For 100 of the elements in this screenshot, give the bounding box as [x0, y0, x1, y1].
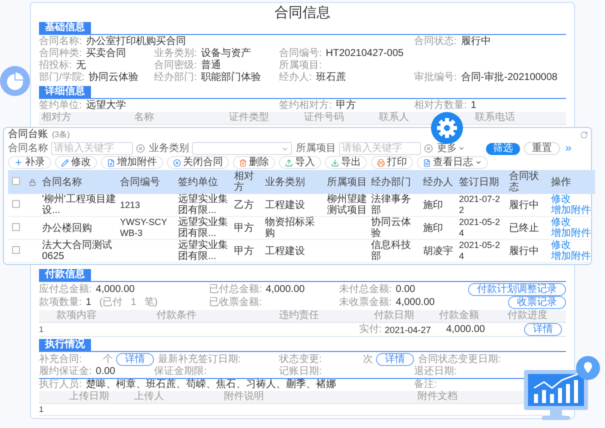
field-label: 退还日期: [414, 366, 457, 378]
row-number: 1 [39, 324, 44, 336]
action-link[interactable]: 增加附件 [551, 205, 591, 216]
toolbar-button[interactable]: 修改 [55, 156, 97, 169]
caret-icon [475, 159, 482, 166]
action-link[interactable]: 增加附件 [551, 228, 591, 239]
close-icon [173, 158, 181, 166]
filter-button[interactable]: 筛选 [486, 142, 520, 154]
field-value: 办公室打印机购买合同 [86, 36, 186, 48]
table-cell: 柳州望建测试项目 [327, 194, 367, 216]
toolbar-button[interactable]: 删除 [233, 156, 275, 169]
field-label: 状态变更: [279, 354, 322, 366]
clear-icon[interactable] [136, 144, 145, 153]
toolbar-button[interactable]: 增加附件 [101, 156, 163, 169]
field-value: 合同-审批-202100008 [460, 72, 558, 84]
column-header: 联系电话 [474, 112, 516, 124]
details-button[interactable]: 详情 [376, 353, 414, 366]
field-value: 4,000.00 [396, 296, 435, 308]
column-header: 付款日期 [373, 310, 415, 322]
record-count: (3条) [52, 129, 70, 141]
table-cell: YWSY-SCYWB-3 [120, 217, 168, 238]
expand-icon[interactable] [564, 144, 573, 153]
details-button[interactable]: 详情 [116, 353, 154, 366]
action-link[interactable]: 修改 [551, 217, 571, 228]
field-label: 合同状态变更日期: [417, 354, 502, 366]
field-value: 1 [470, 100, 476, 112]
toolbar-button[interactable]: 关闭合同 [167, 156, 229, 169]
column-header: 经办部门 [369, 170, 421, 194]
field-label: 经办人: [279, 72, 312, 84]
field-note: 1 [130, 296, 136, 308]
field-label: 已付总金额: [209, 284, 262, 296]
toolbar-button[interactable]: 查看日志 [417, 156, 488, 169]
field-label: 招投标: [39, 60, 72, 72]
column-header: 合同编号 [118, 170, 176, 194]
field-label: 签约单位: [39, 100, 82, 112]
table-cell: 胡凌宇 [423, 246, 453, 256]
more-filters-button[interactable]: 更多 [437, 142, 465, 154]
clear-icon[interactable] [424, 144, 433, 153]
toolbar-button[interactable]: 补录 [8, 156, 51, 169]
table-cell: 远望实业集团有限... [178, 217, 228, 239]
record-button[interactable]: 付款计划调整记录 [468, 283, 566, 296]
field-label: 业务类别: [154, 48, 197, 60]
checkbox[interactable] [12, 246, 20, 254]
field-label: 相对方数量: [414, 100, 467, 112]
field-value: 班石蔗 [316, 72, 346, 84]
column-header: 签订日期 [457, 170, 507, 194]
table-cell: 远望实业集团有限... [178, 194, 228, 216]
field-label: 保证金期限: [154, 366, 207, 378]
field-label: 合同编号: [279, 48, 322, 60]
filter-label: 合同名称 [8, 142, 48, 154]
record-button[interactable]: 收票记录 [508, 296, 566, 309]
table-cell: 法大大合同测试0625 [42, 240, 112, 262]
column-header: 操作 [549, 170, 595, 194]
table-cell: 乙方 [234, 200, 254, 210]
action-link[interactable]: 修改 [551, 240, 571, 251]
column-header: 业务类别 [263, 170, 325, 194]
field-value: 甲方 [336, 100, 356, 112]
field-value: 0.00 [96, 366, 116, 378]
toolbar-button[interactable]: 导出 [325, 156, 367, 169]
table-cell: 远望实业集团有限... [178, 240, 228, 262]
field-label: 合同名称: [39, 36, 82, 48]
toolbar-button[interactable]: 导入 [279, 156, 321, 169]
caret-icon [458, 145, 465, 152]
field-value: 4,000.00 [266, 284, 305, 296]
checkbox[interactable] [12, 200, 20, 208]
field-label: 补充合同: [39, 354, 82, 366]
reset-button[interactable]: 重置 [524, 142, 560, 155]
table-cell: 工程建设 [265, 246, 305, 256]
table-cell-text: 4,000.00 [445, 324, 486, 336]
category-select[interactable] [192, 142, 292, 155]
document-icon [423, 158, 431, 166]
action-link[interactable]: 增加附件 [551, 251, 591, 262]
field-label: 备注: [414, 379, 437, 391]
field-value: HT20210427-005 [326, 48, 404, 60]
checkbox[interactable] [12, 222, 20, 230]
table-cell: 物资招标采购 [265, 217, 315, 239]
field-label: 最新补充签订日期: [157, 354, 242, 366]
column-header: 款项内容 [56, 310, 98, 322]
refresh-icon[interactable] [580, 131, 588, 139]
field-label: 签约相对方: [279, 100, 332, 112]
checkbox[interactable] [12, 176, 20, 184]
table-cell: 信息科技部 [371, 240, 411, 262]
column-header: 附件文档 [416, 391, 458, 403]
printer-icon [377, 158, 385, 166]
table-cell: 2021-04-27 [384, 324, 431, 336]
table-cell: '柳州'工程项目建设... [42, 194, 116, 216]
field-label: 合同状态: [414, 36, 457, 48]
field-value: 0.00 [396, 284, 416, 296]
table-cell: 2021-05-24 [459, 217, 500, 238]
field-value: 远望大学 [86, 100, 126, 112]
action-link[interactable]: 修改 [551, 194, 571, 205]
table-cell: 施印 [423, 222, 443, 234]
column-header: 所属项目 [325, 170, 369, 194]
toolbar-button[interactable]: 打印 [371, 156, 413, 169]
field-value: 买卖合同 [86, 48, 126, 60]
trash-icon [239, 158, 247, 166]
field-label: 款项数量: [39, 296, 82, 308]
details-button[interactable]: 详情 [524, 323, 562, 336]
download-icon [331, 158, 339, 166]
field-label: 审批编号: [414, 72, 457, 84]
